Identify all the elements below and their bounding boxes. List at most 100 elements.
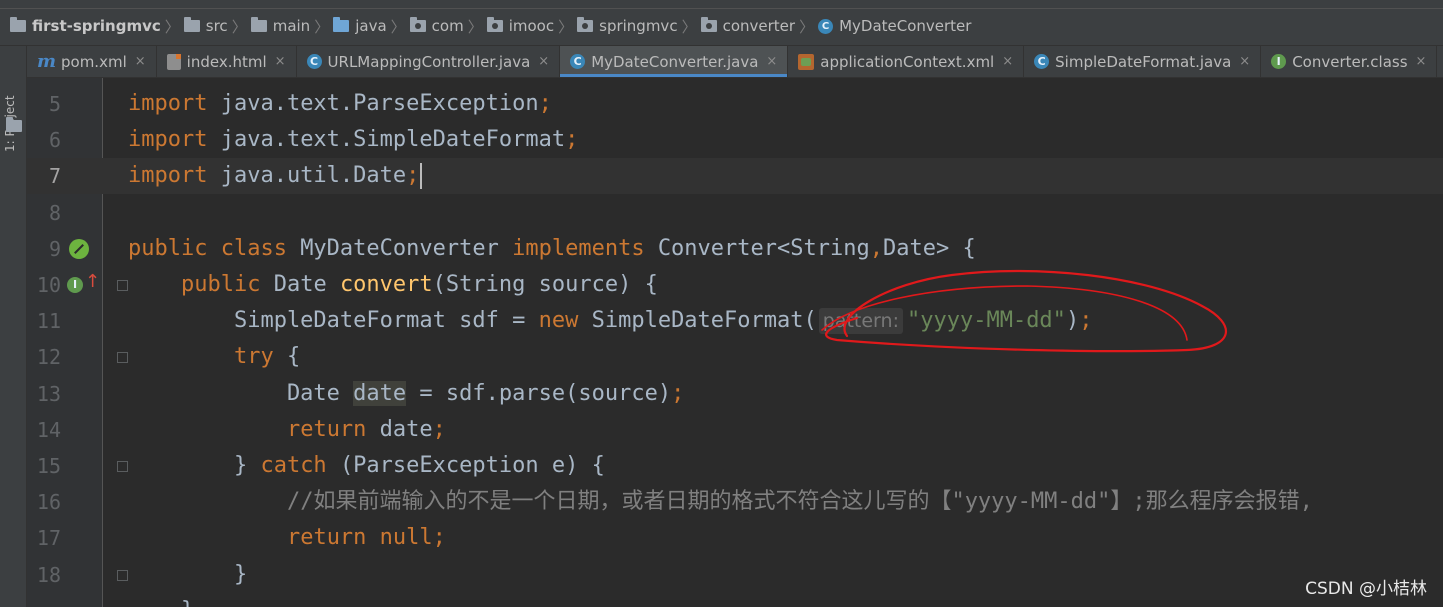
editor-gutter[interactable]: 5 6 7 8 9 10 11 12 13 14 15 16 17 18 I ↑ — [27, 78, 128, 607]
code-line[interactable]: } — [103, 593, 1443, 607]
code-line[interactable]: } catch (ParseException e) { — [103, 448, 1443, 484]
breadcrumb-separator-icon: 〉 — [164, 17, 180, 36]
editor-tab[interactable]: C URLMappingController.java × — [297, 46, 561, 77]
editor-tab[interactable]: m pom.xml × — [27, 46, 157, 77]
code-line[interactable]: SimpleDateFormat sdf = new SimpleDateFor… — [103, 303, 1443, 339]
breadcrumb-item[interactable]: main — [250, 17, 311, 35]
breadcrumb-item[interactable]: imooc — [486, 17, 555, 35]
code-line[interactable]: import java.util.Date; — [103, 158, 1443, 195]
html-file-icon — [166, 53, 181, 70]
code-token: } — [128, 561, 248, 587]
editor-tab-bar: m pom.xml × index.html × C URLMappingControlle… — [27, 46, 1443, 78]
code-token: } — [128, 598, 194, 607]
code-editor[interactable]: 5 6 7 8 9 10 11 12 13 14 15 16 17 18 I ↑ import java.te… — [27, 78, 1443, 607]
project-folder-icon[interactable] — [6, 117, 22, 132]
spring-xml-icon — [798, 53, 815, 70]
code-line[interactable]: //如果前端输入的不是一个日期，或者日期的格式不符合这儿写的【"yyyy-MM-… — [103, 484, 1443, 520]
code-line[interactable]: import java.text.SimpleDateFormat; — [103, 122, 1443, 158]
spring-bean-icon[interactable] — [69, 238, 89, 259]
tab-close-icon[interactable]: × — [538, 54, 549, 69]
breadcrumb-separator-icon: 〉 — [231, 17, 247, 36]
line-number: 14 — [36, 417, 61, 442]
code-token: ; — [1079, 308, 1093, 334]
tab-label: URLMappingController.java — [327, 52, 531, 71]
code-token: return — [286, 416, 380, 442]
code-token: { — [286, 344, 301, 370]
breadcrumb-label: src — [205, 17, 228, 35]
breadcrumb: first-springmvc 〉 src 〉 main 〉 java 〉 com 〉 imooc 〉… — [10, 14, 971, 38]
line-number: 16 — [36, 490, 61, 515]
line-number: 5 — [48, 92, 61, 116]
tab-close-icon[interactable]: × — [1002, 54, 1013, 69]
code-token: MyDateConverter — [300, 235, 513, 261]
navigation-bar: first-springmvc 〉 src 〉 main 〉 java 〉 com 〉 imooc 〉… — [0, 0, 1443, 46]
breadcrumb-item[interactable]: src — [183, 17, 228, 35]
code-line[interactable]: public class MyDateConverter implements … — [103, 231, 1443, 267]
tab-close-icon[interactable]: × — [1416, 54, 1427, 69]
folder-icon — [250, 17, 267, 32]
code-token: java.util.Date — [220, 163, 407, 189]
tab-close-icon[interactable]: × — [1239, 54, 1250, 69]
tab-close-icon[interactable]: × — [135, 54, 146, 69]
code-line[interactable]: public Date convert(String source) { — [103, 267, 1443, 303]
breadcrumb-item[interactable]: com — [409, 17, 464, 35]
implements-method-icon[interactable]: I — [67, 277, 83, 293]
code-area[interactable]: import java.text.ParseException; import j… — [103, 78, 1443, 607]
code-token: Converter<String — [657, 235, 870, 261]
code-line[interactable]: Date date = sdf.parse(source); — [103, 376, 1443, 412]
code-line[interactable]: return date; — [103, 412, 1443, 448]
code-token: public class — [128, 235, 301, 261]
code-token: convert — [339, 272, 433, 297]
breadcrumb-separator-icon: 〉 — [314, 17, 330, 36]
line-number: 17 — [36, 526, 61, 551]
breadcrumb-separator-icon: 〉 — [681, 17, 697, 36]
breadcrumb-item[interactable]: converter — [700, 17, 795, 35]
tab-label: SimpleDateFormat.java — [1055, 52, 1232, 71]
code-line[interactable]: try { — [103, 339, 1443, 375]
line-number: 8 — [48, 200, 61, 225]
package-icon — [486, 17, 503, 32]
code-token: , — [869, 235, 883, 261]
editor-tab[interactable]: index.html × — [157, 46, 297, 77]
breadcrumb-item[interactable]: first-springmvc — [10, 17, 161, 35]
code-line[interactable]: } — [103, 557, 1443, 593]
breadcrumb-label: imooc — [508, 17, 555, 35]
breadcrumb-label: main — [272, 17, 311, 35]
code-token: (String source) { — [432, 272, 658, 297]
code-token: date — [379, 416, 433, 442]
code-token: implements — [512, 235, 658, 261]
code-token: Date> { — [882, 235, 976, 261]
code-token: ; — [565, 127, 579, 153]
editor-tab[interactable]: C — [1437, 46, 1443, 77]
breadcrumb-item[interactable]: C MyDateConverter — [818, 17, 971, 35]
editor-tab[interactable]: C MyDateConverter.java × — [560, 46, 789, 77]
code-line[interactable]: import java.text.ParseException; — [103, 86, 1443, 122]
breadcrumb-label: springmvc — [599, 17, 678, 35]
line-number — [27, 593, 61, 607]
editor-tab[interactable]: C SimpleDateFormat.java × — [1024, 46, 1262, 77]
editor-tab[interactable]: I Converter.class × — [1261, 46, 1438, 77]
code-line[interactable] — [103, 195, 1443, 231]
interface-icon: I — [1271, 54, 1287, 69]
tab-close-icon[interactable]: × — [275, 54, 286, 69]
editor-tab[interactable]: applicationContext.xml × — [788, 46, 1025, 77]
code-comment: //如果前端输入的不是一个日期，或者日期的格式不符合这儿写的【"yyyy-MM-… — [286, 489, 1313, 515]
code-token: java.text.ParseException — [220, 91, 539, 116]
code-line[interactable]: return null; — [103, 520, 1443, 556]
package-icon — [700, 17, 717, 32]
watermark: CSDN @小桔林 — [1305, 579, 1427, 599]
tab-label: MyDateConverter.java — [591, 52, 759, 71]
tool-window-strip: 1: Project — [0, 46, 27, 607]
breadcrumb-item[interactable]: java — [333, 17, 387, 35]
breadcrumb-item[interactable]: springmvc — [577, 17, 678, 35]
breadcrumb-label: com — [431, 17, 464, 35]
line-number: 9 — [48, 236, 61, 261]
maven-icon: m — [37, 51, 57, 72]
tab-close-icon[interactable]: × — [766, 54, 777, 69]
code-token: = sdf.parse(source) — [406, 380, 672, 406]
parameter-hint: pattern: — [818, 308, 903, 335]
package-icon — [409, 17, 426, 32]
code-token: ; — [432, 525, 446, 551]
